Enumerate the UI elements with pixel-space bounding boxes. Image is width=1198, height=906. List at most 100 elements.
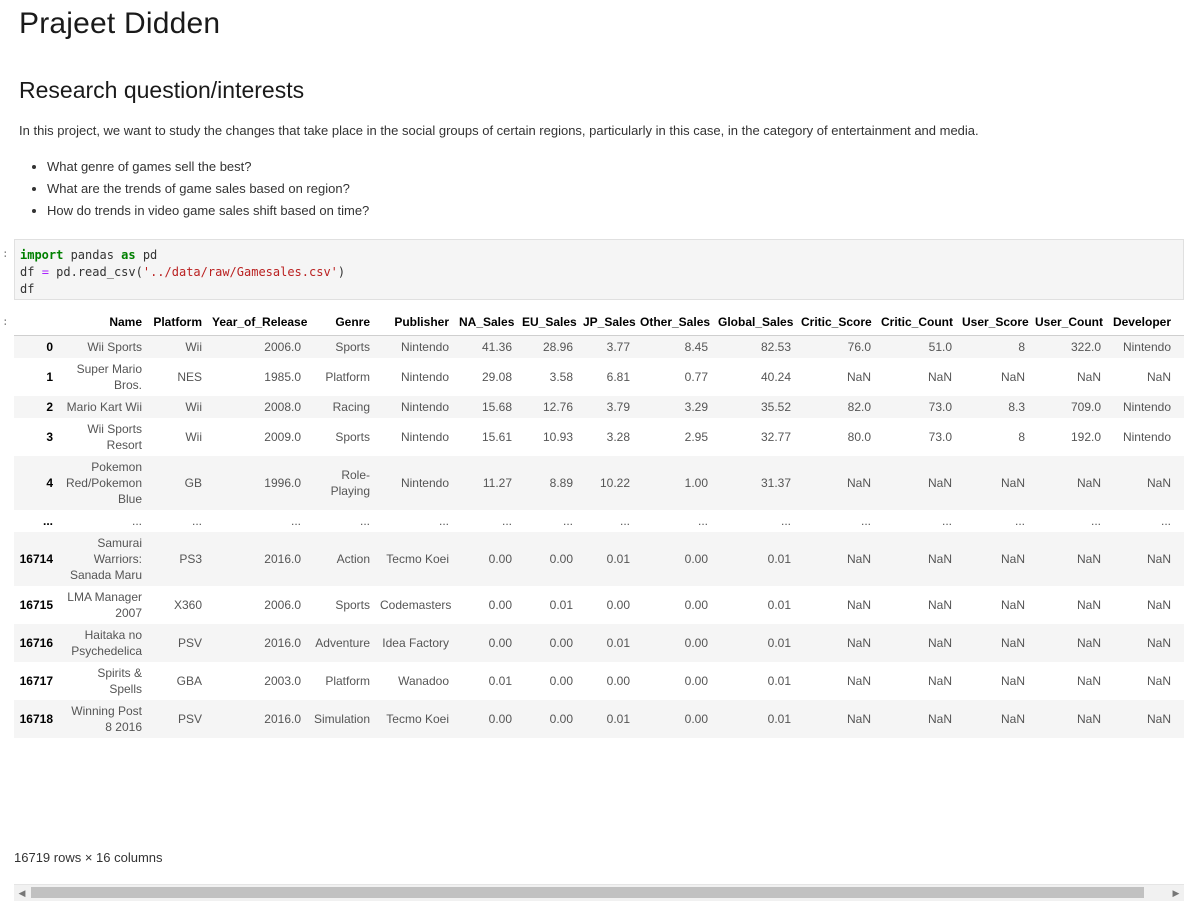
table-cell: 3.29 bbox=[684, 400, 708, 414]
table-cell: 15.61 bbox=[481, 430, 512, 444]
table-cell: 15.68 bbox=[481, 400, 512, 414]
row-index: 0 bbox=[46, 340, 53, 354]
table-cell: Tecmo Koei bbox=[386, 712, 449, 726]
triangle-left-icon[interactable]: ◀ bbox=[15, 887, 29, 899]
table-row: 16714 Samurai Warriors: Sanada Maru PS3 201… bbox=[14, 532, 1184, 586]
code-keyword: import bbox=[20, 248, 64, 262]
table-cell: 0.00 bbox=[606, 598, 630, 612]
table-cell: 0.00 bbox=[684, 598, 708, 612]
table-cell: 1985.0 bbox=[264, 370, 301, 384]
row-index: 3 bbox=[46, 430, 53, 444]
table-cell: ... bbox=[1090, 514, 1101, 528]
table-cell: 0.01 bbox=[488, 674, 512, 688]
table-cell: GBA bbox=[176, 674, 202, 688]
table-cell: NaN bbox=[1146, 370, 1171, 384]
horizontal-scrollbar[interactable]: ◀ ▶ bbox=[14, 884, 1184, 901]
code-text: df bbox=[20, 265, 42, 279]
scrollbar-thumb[interactable] bbox=[31, 887, 1144, 898]
table-cell: 6.81 bbox=[606, 370, 630, 384]
table-cell: Adventure bbox=[315, 636, 370, 650]
triangle-right-icon[interactable]: ▶ bbox=[1169, 887, 1183, 899]
table-cell: NaN bbox=[1076, 552, 1101, 566]
column-header: User_Count bbox=[1030, 309, 1106, 336]
table-cell: Wii Sports Resort bbox=[87, 422, 142, 452]
table-cell: NaN bbox=[1000, 674, 1025, 688]
code-cell-editor[interactable]: import pandas as pd df = pd.read_csv('..… bbox=[14, 239, 1184, 300]
table-cell: 0.01 bbox=[606, 712, 630, 726]
table-cell bbox=[1176, 358, 1184, 396]
table-cell: NaN bbox=[1000, 636, 1025, 650]
table-cell: Samurai Warriors: Sanada Maru bbox=[69, 536, 142, 582]
table-cell: ... bbox=[438, 514, 449, 528]
column-header: Critic_Score bbox=[796, 309, 876, 336]
column-header: Other_Sales bbox=[635, 309, 713, 336]
table-cell: NaN bbox=[1076, 598, 1101, 612]
table-cell: Platform bbox=[325, 674, 370, 688]
table-cell: ... bbox=[1014, 514, 1025, 528]
table-cell: Haitaka no Psychedelica bbox=[71, 628, 142, 658]
table-cell: 0.00 bbox=[488, 712, 512, 726]
row-index: 2 bbox=[46, 400, 53, 414]
table-cell: ... bbox=[290, 514, 301, 528]
table-cell: NaN bbox=[846, 370, 871, 384]
table-cell: 0.00 bbox=[549, 712, 573, 726]
table-cell: GB bbox=[184, 476, 202, 490]
table-cell: 0.00 bbox=[684, 712, 708, 726]
table-cell: Super Mario Bros. bbox=[76, 362, 142, 392]
input-prompt: : bbox=[2, 247, 9, 260]
code-text: pd.read_csv( bbox=[48, 265, 143, 279]
table-cell: ... bbox=[191, 514, 202, 528]
table-cell: 1996.0 bbox=[264, 476, 301, 490]
table-cell: 2006.0 bbox=[264, 340, 301, 354]
table-cell: 82.0 bbox=[847, 400, 871, 414]
table-cell: 29.08 bbox=[481, 370, 512, 384]
table-cell: 0.00 bbox=[549, 636, 573, 650]
table-cell: ... bbox=[1160, 514, 1171, 528]
table-cell: NaN bbox=[1000, 476, 1025, 490]
table-cell: 35.52 bbox=[760, 400, 791, 414]
table-cell: 11.27 bbox=[482, 476, 512, 490]
table-cell: NaN bbox=[846, 476, 871, 490]
table-cell: 2.95 bbox=[684, 430, 708, 444]
table-cell: Nintendo bbox=[400, 400, 449, 414]
index-header bbox=[14, 309, 58, 336]
table-cell: 28.96 bbox=[542, 340, 573, 354]
table-cell: NaN bbox=[846, 674, 871, 688]
table-cell: 8 bbox=[1018, 430, 1025, 444]
table-cell: Nintendo bbox=[1122, 340, 1171, 354]
table-cell: 8.45 bbox=[684, 340, 708, 354]
column-header: R bbox=[1176, 309, 1184, 336]
table-cell: NaN bbox=[1076, 636, 1101, 650]
table-cell: Action bbox=[336, 552, 370, 566]
table-cell: 2016.0 bbox=[264, 636, 301, 650]
table-cell: 8 bbox=[1018, 340, 1025, 354]
list-item: What genre of games sell the best? bbox=[47, 158, 369, 180]
table-cell bbox=[1176, 418, 1184, 456]
table-body: 0 Wii Sports Wii 2006.0 Sports Nintendo 41.36 2… bbox=[14, 335, 1184, 738]
table-header: Name Platform Year_of_Release Genre Publishe… bbox=[14, 309, 1184, 336]
table-cell: 80.0 bbox=[847, 430, 871, 444]
section-heading: Research question/interests bbox=[19, 77, 305, 103]
table-cell: 0.01 bbox=[767, 712, 791, 726]
table-cell: ... bbox=[780, 514, 791, 528]
table-row: 16716 Haitaka no Psychedelica PSV 2016.0 Adv… bbox=[14, 624, 1184, 662]
list-item: How do trends in video game sales shift … bbox=[47, 202, 369, 224]
table-cell: Nintendo bbox=[400, 370, 449, 384]
table-cell: Role-Playing bbox=[330, 468, 370, 498]
table-cell: 8.3 bbox=[1008, 400, 1025, 414]
table-cell bbox=[1176, 662, 1184, 700]
table-cell: 0.00 bbox=[684, 674, 708, 688]
table-cell: 0.01 bbox=[767, 552, 791, 566]
table-cell: Wii Sports bbox=[87, 340, 142, 354]
table-cell: 76.0 bbox=[847, 340, 871, 354]
row-index: 16714 bbox=[19, 552, 53, 566]
table-cell: ... bbox=[359, 514, 370, 528]
table-cell: NES bbox=[177, 370, 202, 384]
column-header: User_Score bbox=[957, 309, 1030, 336]
table-cell: Idea Factory bbox=[382, 636, 449, 650]
table-cell: 1.00 bbox=[684, 476, 708, 490]
row-index: 16718 bbox=[19, 712, 53, 726]
table-cell: PS3 bbox=[179, 552, 202, 566]
table-cell bbox=[1176, 336, 1184, 359]
table-cell: 32.77 bbox=[760, 430, 791, 444]
